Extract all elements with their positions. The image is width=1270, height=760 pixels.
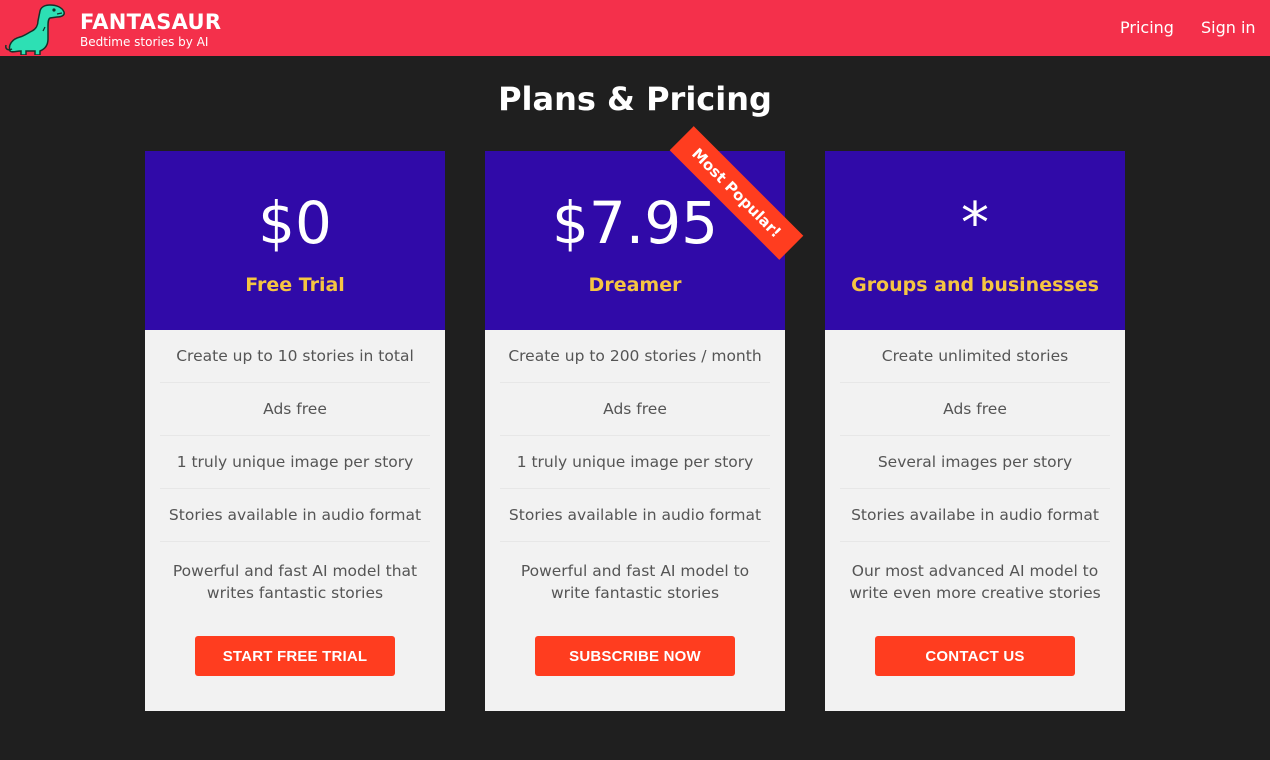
feature-item: Ads free [500, 383, 770, 436]
feature-item: Our most advanced AI model to write even… [849, 561, 1101, 602]
feature-list: Create up to 10 stories in total Ads fre… [145, 330, 445, 617]
feature-item: Ads free [840, 383, 1110, 436]
feature-item: 1 truly unique image per story [160, 436, 430, 489]
plan-card-dreamer: $7.95 Dreamer Create up to 200 stories /… [485, 151, 785, 711]
brand-tagline: Bedtime stories by AI [80, 35, 209, 49]
plan-name: Groups and businesses [851, 274, 1099, 296]
feature-item: Powerful and fast AI model that writes f… [172, 561, 418, 602]
feature-list: Create up to 200 stories / month Ads fre… [485, 330, 785, 617]
plan-header: * Groups and businesses [825, 151, 1125, 330]
feature-item: Create up to 200 stories / month [500, 330, 770, 383]
plan-price: * [961, 191, 989, 256]
plan-card-groups: * Groups and businesses Create unlimited… [825, 151, 1125, 711]
dinosaur-icon[interactable] [4, 3, 68, 55]
page-title: Plans & Pricing [498, 80, 772, 118]
plan-name: Free Trial [245, 274, 345, 296]
subscribe-now-button[interactable]: SUBSCRIBE NOW [535, 636, 735, 676]
feature-item: Powerful and fast AI model to write fant… [520, 561, 750, 602]
feature-item: Stories availabe in audio format [840, 489, 1110, 542]
start-free-trial-button[interactable]: START FREE TRIAL [195, 636, 395, 676]
plan-card-free-trial: $0 Free Trial Create up to 10 stories in… [145, 151, 445, 711]
plan-header: $0 Free Trial [145, 151, 445, 330]
feature-item: Stories available in audio format [160, 489, 430, 542]
plan-name: Dreamer [588, 274, 682, 296]
contact-us-button[interactable]: CONTACT US [875, 636, 1075, 676]
feature-item: Several images per story [840, 436, 1110, 489]
nav-sign-in-link[interactable]: Sign in [1201, 18, 1256, 37]
nav-pricing-link[interactable]: Pricing [1120, 18, 1174, 37]
feature-item: Ads free [160, 383, 430, 436]
feature-list: Create unlimited stories Ads free Severa… [825, 330, 1125, 617]
feature-item: Create unlimited stories [840, 330, 1110, 383]
feature-item: 1 truly unique image per story [500, 436, 770, 489]
plan-price: $0 [258, 189, 332, 257]
feature-item: Stories available in audio format [500, 489, 770, 542]
feature-item: Create up to 10 stories in total [160, 330, 430, 383]
top-header: FANTASAUR Bedtime stories by AI Pricing … [0, 0, 1270, 56]
brand-name[interactable]: FANTASAUR [80, 10, 221, 34]
